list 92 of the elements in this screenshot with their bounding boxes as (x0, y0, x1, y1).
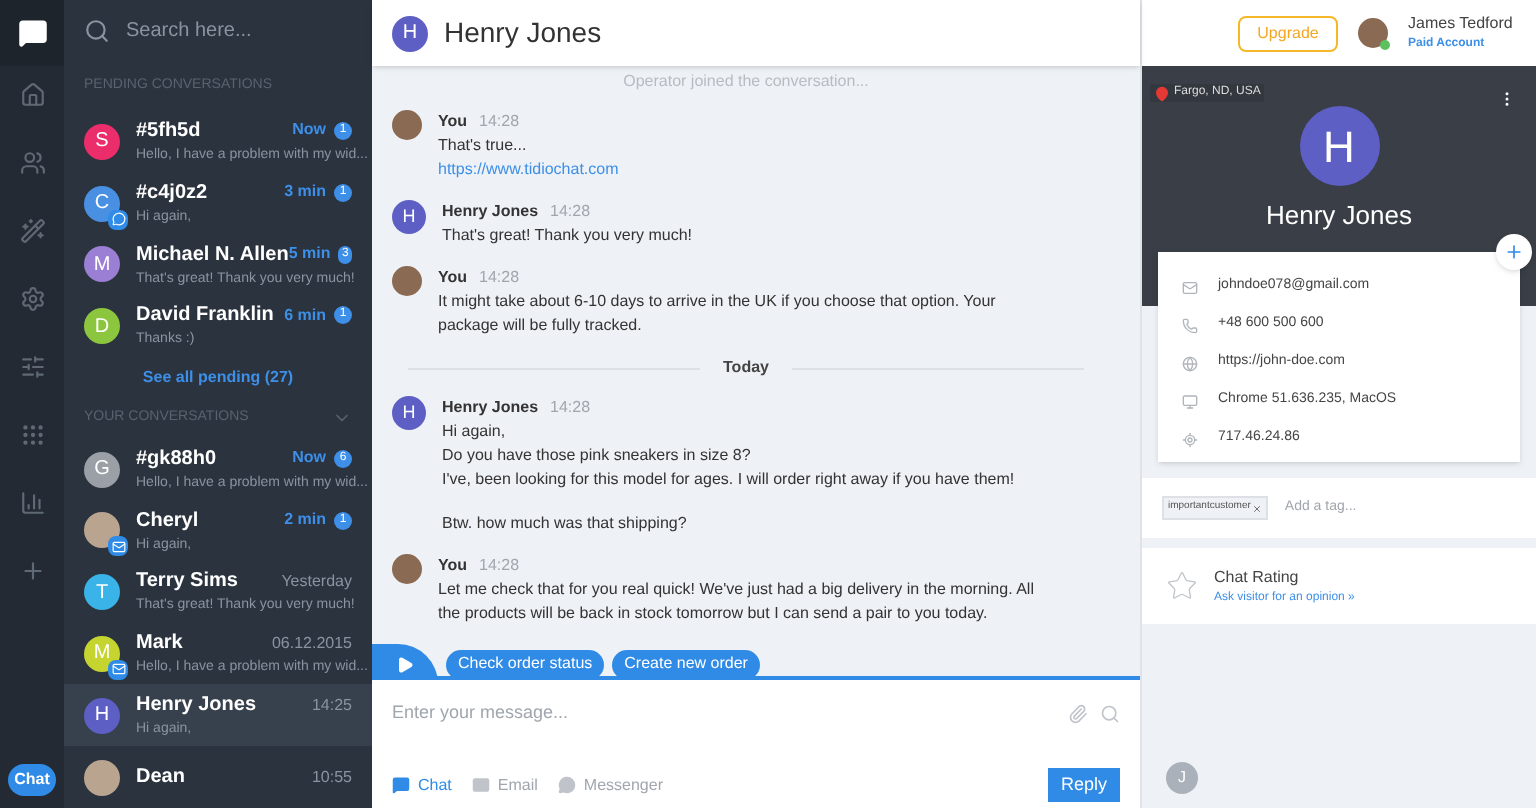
avatar-letter: H (392, 396, 426, 430)
time-label: Yesterday (281, 569, 352, 594)
message-text: It might take about 6-10 days to arrive in the UK if you choose that option. Your package will be fully tracked. (438, 290, 998, 338)
message-text: Let me check that for you real quick! We've just had a big delivery in the morning. All the products will be back in stock tomorrow but I can send a pair to you today. (438, 578, 1036, 626)
quick-reply-button[interactable]: Create new order (612, 649, 760, 676)
contact-name: Dean (136, 764, 187, 793)
avatar-letter: S (84, 123, 120, 160)
time-label: 5 min (288, 242, 331, 267)
avatar-letter: C (84, 185, 120, 222)
message-time: 14:28 (550, 396, 591, 420)
plus-icon[interactable] (19, 558, 45, 584)
avatar-letter: T (84, 574, 120, 611)
grid-icon[interactable] (19, 422, 45, 448)
time-label: 6 min (284, 303, 326, 328)
conversation-item[interactable]: Dean 10:55 (64, 746, 372, 808)
avatar-letter: H (84, 697, 120, 734)
search-field[interactable]: Search here... (126, 16, 346, 47)
bar-chart-icon[interactable] (19, 490, 45, 516)
channel-tab[interactable]: Email (471, 773, 538, 797)
time-label: 3 min (284, 180, 326, 205)
channel-tab[interactable]: Messenger (557, 773, 663, 797)
users-icon[interactable] (19, 150, 45, 176)
sender-name: Henry Jones (442, 200, 539, 224)
message-link[interactable]: https://www.tidiochat.com (438, 158, 1038, 182)
crosshair-icon (1182, 431, 1198, 447)
channel-tab[interactable]: Chat (392, 773, 452, 797)
message-time: 14:28 (550, 200, 591, 224)
sliders-icon[interactable] (19, 354, 45, 380)
sender-name: You (438, 554, 468, 578)
chat-icon (392, 776, 410, 794)
visitor-name: Henry Jones (1266, 198, 1412, 234)
avatar-letter: M (84, 635, 120, 672)
chat-icon[interactable] (17, 18, 47, 48)
time-label: 14:25 (311, 693, 352, 718)
message-text: That's great! Thank you very much! (442, 224, 694, 248)
contact-name: #c4j0z2 (136, 179, 210, 208)
map-pin-icon (1154, 85, 1170, 101)
message-text: Hi again, (442, 420, 508, 444)
time-label: Now (292, 446, 326, 471)
message-time: 14:28 (479, 554, 520, 578)
time-label: 06.12.2015 (271, 631, 352, 656)
message-input[interactable]: Enter your message... (392, 700, 1068, 727)
wand-icon[interactable] (19, 218, 45, 244)
paperclip-icon[interactable] (1068, 703, 1088, 724)
search-icon (84, 18, 110, 45)
quick-reply-button[interactable]: Check order status (446, 649, 605, 676)
avatar-letter: H (392, 15, 428, 51)
message-text: Do you have those pink sneakers in size 8? (442, 444, 753, 468)
search-icon[interactable] (1100, 703, 1120, 724)
contact-name: Cheryl (136, 507, 201, 536)
time-label: 10:55 (311, 765, 352, 790)
message-text: That's true... (438, 134, 529, 158)
contact-name: Terry Sims (136, 568, 240, 597)
contact-name: Henry Jones (136, 692, 259, 721)
play-bubble-icon[interactable] (372, 644, 438, 676)
home-icon[interactable] (19, 82, 45, 108)
rating-title: Chat Rating (1214, 565, 1301, 589)
see-all-link[interactable]: See all pending (27) (142, 365, 294, 390)
monitor-icon (1182, 393, 1198, 409)
chat-bubble-button[interactable]: Chat (8, 764, 56, 796)
sender-name: Henry Jones (442, 396, 539, 420)
chat-title: Henry Jones (444, 14, 602, 52)
user-name: James Tedford (1408, 12, 1508, 36)
reply-button[interactable]: Reply (1048, 768, 1120, 802)
upgrade-button[interactable]: Upgrade (1238, 15, 1338, 51)
avatar-letter: G (84, 451, 120, 487)
contact-name: David Franklin (136, 302, 276, 331)
message-time: 14:28 (479, 110, 520, 134)
avatar-letter: M (84, 246, 120, 283)
sender-name: You (438, 266, 468, 290)
contact-name: #5fh5d (136, 117, 203, 146)
contact-name: #gk88h0 (136, 445, 219, 474)
message-text: Btw. how much was that shipping? (442, 512, 689, 536)
globe-icon (1182, 355, 1198, 371)
operator-avatar: J (1166, 762, 1198, 794)
plus-icon (1504, 242, 1524, 262)
phone-icon (1182, 317, 1198, 333)
contact-name: Michael N. Allen (136, 241, 289, 270)
message-text: I've, been looking for this model for ages. I will order right away if you have them! (442, 468, 1017, 492)
message-time: 14:28 (479, 266, 520, 290)
user-avatar[interactable] (1358, 18, 1388, 48)
settings-icon[interactable] (19, 286, 45, 312)
star-icon (1166, 570, 1198, 602)
sender-name: You (438, 110, 468, 134)
avatar-letter: H (1299, 106, 1379, 186)
avatar-letter: H (392, 200, 426, 234)
date-divider: Today (723, 356, 769, 380)
messenger-icon (557, 776, 576, 794)
avatar-letter: D (84, 308, 120, 345)
contact-name: Mark (136, 630, 185, 659)
time-label: Now (292, 118, 326, 143)
time-label: 2 min (284, 508, 326, 533)
